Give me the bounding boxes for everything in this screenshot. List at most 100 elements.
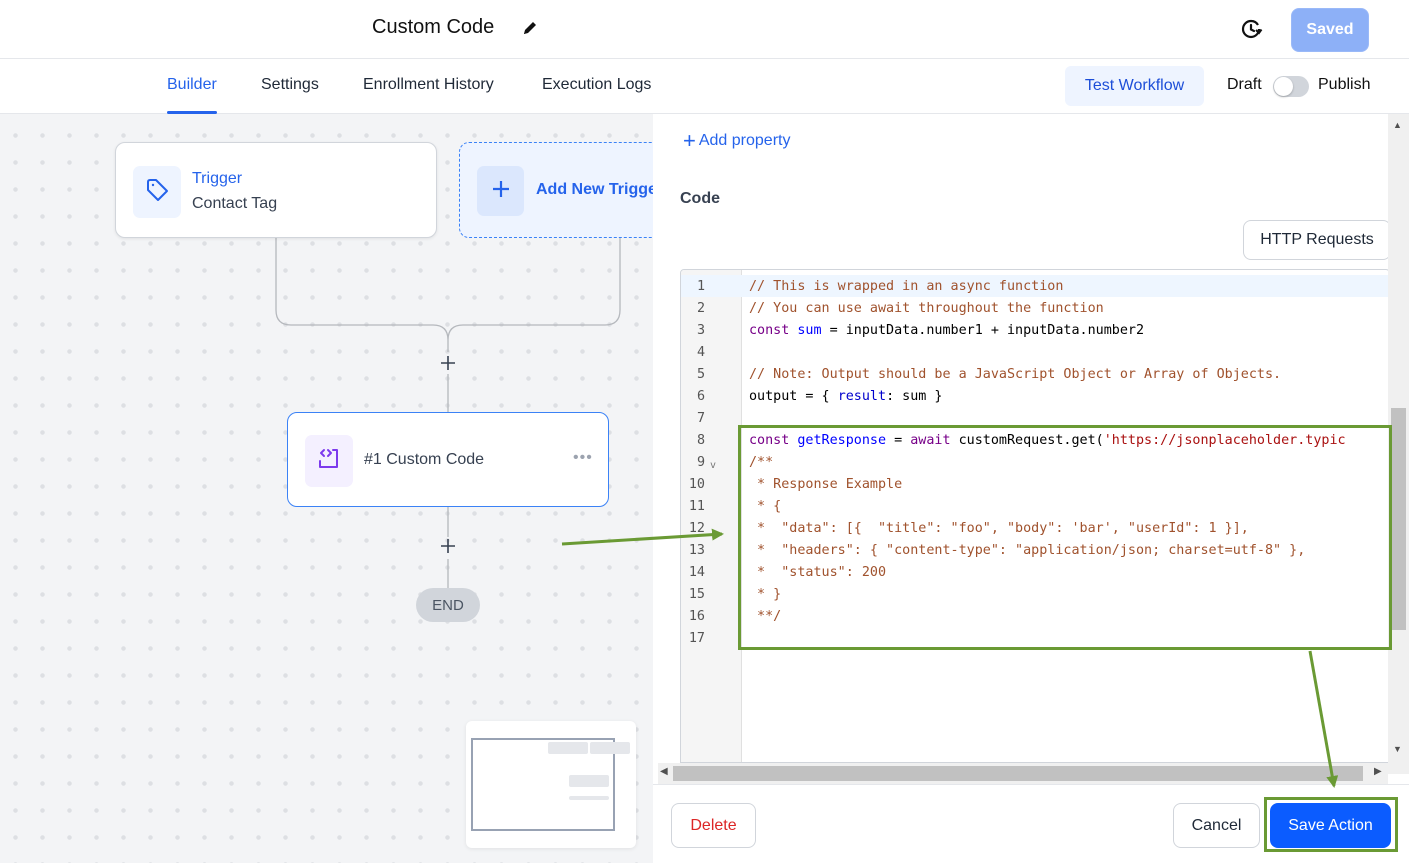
code-editor[interactable]: 1 // This is wrapped in an async function… [680, 269, 1390, 763]
scrollbar-thumb[interactable] [1391, 408, 1406, 630]
code-text: // This is wrapped in an async function [749, 279, 1064, 294]
code-line[interactable]: 3 const sum = inputData.number1 + inputDa… [681, 320, 1389, 342]
code-text: * "status": 200 [749, 565, 887, 580]
workflow-canvas[interactable]: Trigger Contact Tag Add New Trigger #1 C… [0, 114, 653, 863]
line-number: 7 [696, 411, 705, 426]
code-line[interactable]: 13 * "headers": { "content-type": "appli… [681, 540, 1389, 562]
code-line[interactable]: 11 * { [681, 496, 1389, 518]
line-number: 5 [696, 367, 705, 382]
line-number: 9 [696, 455, 705, 470]
vertical-scrollbar[interactable]: ▲ ▼ [1388, 114, 1409, 774]
minimap[interactable] [466, 721, 636, 848]
trigger-subtitle: Contact Tag [192, 195, 278, 212]
code-line[interactable]: 8 const getResponse = await customRequest… [681, 430, 1389, 452]
scroll-left-arrow-icon[interactable]: ◀ [660, 766, 668, 777]
code-line[interactable]: 12 * "data": [{ "title": "foo", "body": … [681, 518, 1389, 540]
code-line[interactable]: 17 [681, 628, 1389, 650]
end-node: END [416, 588, 480, 622]
code-text: * "data": [{ "title": "foo", "body": 'ba… [749, 521, 1249, 536]
cancel-button[interactable]: Cancel [1173, 803, 1260, 848]
code-line[interactable]: 4 [681, 342, 1389, 364]
action-icon-box [305, 435, 353, 487]
code-text: const getResponse = await customRequest.… [749, 433, 1346, 448]
saved-button[interactable]: Saved [1291, 8, 1369, 52]
action-label: #1 Custom Code [364, 451, 485, 468]
http-requests-button[interactable]: HTTP Requests [1243, 220, 1391, 260]
add-new-trigger-label: Add New Trigger [536, 181, 653, 198]
action-settings-panel: + Add property Code HTTP Requests 1 // Th… [653, 114, 1409, 863]
code-text: * "headers": { "content-type": "applicat… [749, 543, 1306, 558]
code-line[interactable]: 14 * "status": 200 [681, 562, 1389, 584]
line-number: 6 [696, 389, 705, 404]
scroll-up-arrow-icon[interactable]: ▲ [1393, 120, 1402, 130]
line-number: 14 [688, 565, 705, 580]
add-step-button[interactable] [438, 536, 458, 556]
trigger-icon-box [133, 166, 181, 218]
code-line[interactable]: 9 v/** [681, 452, 1389, 474]
code-text: **/ [749, 609, 782, 624]
tab-bar: Builder Settings Enrollment History Exec… [0, 59, 1409, 114]
code-text: * { [749, 499, 782, 514]
test-workflow-button[interactable]: Test Workflow [1065, 66, 1204, 106]
workflow-title: Custom Code [372, 16, 495, 38]
line-number: 10 [688, 477, 705, 492]
plus-icon [441, 356, 455, 370]
scroll-right-arrow-icon[interactable]: ▶ [1374, 766, 1382, 777]
custom-code-action-card[interactable]: #1 Custom Code ••• [287, 412, 609, 507]
save-action-button[interactable]: Save Action [1270, 803, 1391, 848]
code-icon [316, 447, 342, 476]
line-number: 11 [688, 499, 705, 514]
code-line[interactable]: 1 // This is wrapped in an async function [681, 276, 1389, 298]
trigger-title: Trigger [192, 170, 243, 187]
line-number: 1 [696, 279, 705, 294]
tab-execution-logs[interactable]: Execution Logs [542, 76, 651, 114]
minimap-node [569, 775, 609, 787]
line-number: 3 [696, 323, 705, 338]
more-options-icon[interactable]: ••• [573, 449, 593, 467]
line-number: 17 [688, 631, 705, 646]
code-text: // You can use await throughout the func… [749, 301, 1104, 316]
add-property-label: Add property [698, 132, 791, 149]
line-number: 4 [696, 345, 705, 360]
code-line[interactable]: 15 * } [681, 584, 1389, 606]
code-text: output = { result: sum } [749, 389, 943, 404]
code-line[interactable]: 2 // You can use await throughout the fun… [681, 298, 1389, 320]
code-lines[interactable]: 1 // This is wrapped in an async function… [681, 276, 1389, 650]
footer-divider [653, 784, 1409, 785]
code-section-label: Code [680, 190, 720, 207]
tag-icon [144, 177, 170, 208]
code-text: * Response Example [749, 477, 903, 492]
plus-icon [441, 539, 455, 553]
code-text: /** [749, 455, 774, 470]
code-line[interactable]: 6 output = { result: sum } [681, 386, 1389, 408]
code-line[interactable]: 16 **/ [681, 606, 1389, 628]
tab-builder[interactable]: Builder [167, 76, 217, 114]
tab-settings[interactable]: Settings [261, 76, 319, 114]
code-line[interactable]: 5 // Note: Output should be a JavaScript … [681, 364, 1389, 386]
scrollbar-thumb[interactable] [673, 766, 1363, 781]
delete-button[interactable]: Delete [671, 803, 756, 848]
horizontal-scrollbar[interactable]: ◀ ▶ [658, 763, 1388, 784]
plus-icon: + [683, 128, 696, 153]
publish-toggle[interactable] [1273, 76, 1309, 97]
tab-enrollment-history[interactable]: Enrollment History [363, 76, 494, 114]
publish-label: Publish [1318, 76, 1371, 93]
add-trigger-icon-box [477, 166, 524, 216]
line-number: 2 [696, 301, 705, 316]
add-new-trigger-card[interactable]: Add New Trigger [459, 142, 653, 238]
top-bar: Custom Code Saved [0, 0, 1409, 59]
code-line[interactable]: 10 * Response Example [681, 474, 1389, 496]
draft-label: Draft [1227, 76, 1262, 93]
pencil-edit-icon[interactable] [521, 19, 539, 37]
history-icon[interactable] [1239, 17, 1263, 41]
trigger-card[interactable]: Trigger Contact Tag [115, 142, 437, 238]
line-number: 12 [688, 521, 705, 536]
minimap-node [569, 796, 609, 800]
add-property-link[interactable]: + Add property [683, 128, 791, 153]
minimap-node [548, 742, 588, 754]
line-number: 8 [696, 433, 705, 448]
scroll-down-arrow-icon[interactable]: ▼ [1393, 744, 1402, 754]
plus-icon [491, 179, 511, 204]
add-step-button[interactable] [438, 353, 458, 373]
code-line[interactable]: 7 [681, 408, 1389, 430]
